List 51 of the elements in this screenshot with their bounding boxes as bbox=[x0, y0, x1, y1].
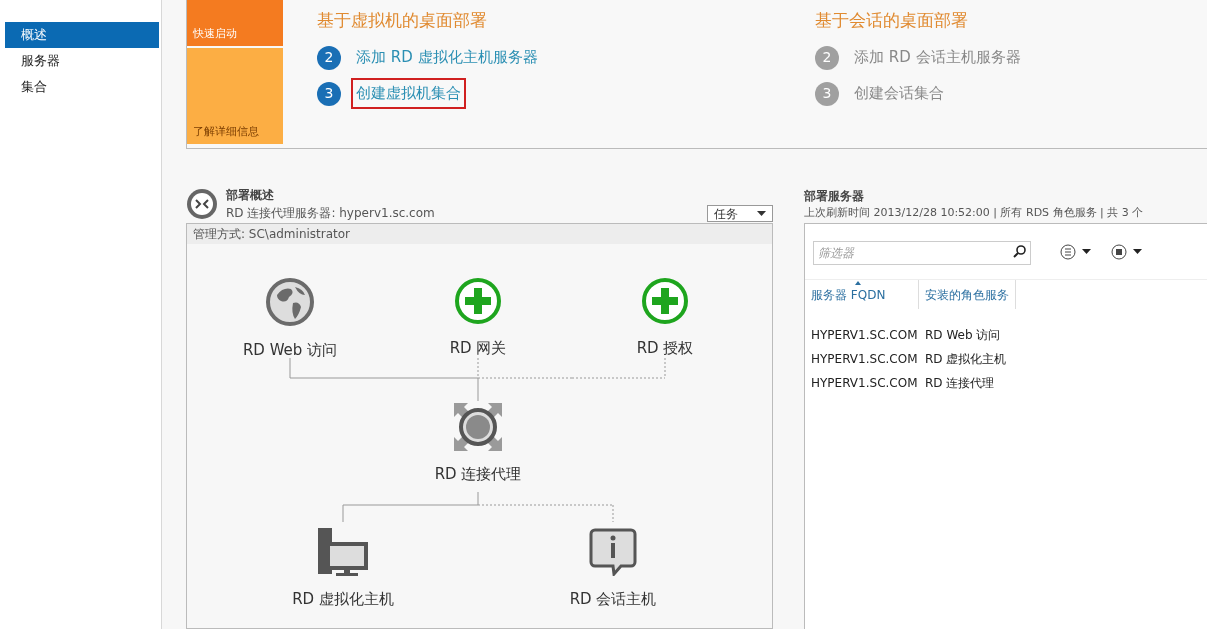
sidebar-item[interactable]: 服务器 bbox=[5, 48, 159, 74]
caret-icon bbox=[1082, 249, 1091, 254]
step-link[interactable]: 创建会话集合 bbox=[849, 78, 949, 109]
role-label: RD 授权 bbox=[636, 338, 694, 359]
list-icon bbox=[1060, 243, 1076, 260]
role-label: RD 会话主机 bbox=[569, 589, 657, 610]
computer-icon bbox=[318, 528, 368, 576]
panel-subtitle: RD 连接代理服务器: hyperv1.sc.com bbox=[226, 205, 436, 222]
tasks-dropdown[interactable]: 任务 bbox=[707, 205, 773, 222]
sidebar-item[interactable]: 集合 bbox=[5, 74, 159, 100]
plus-icon bbox=[641, 277, 689, 325]
step-link[interactable]: 创建虚拟机集合 bbox=[351, 78, 466, 109]
role-label: RD Web 访问 bbox=[242, 340, 338, 361]
step-number: 2 bbox=[815, 45, 839, 70]
caret-icon bbox=[757, 211, 766, 216]
table-cell-text: RD 虚拟化主机 bbox=[924, 351, 1007, 368]
table-cell-text: HYPERV1.SC.COM bbox=[810, 327, 919, 344]
panel-title: 部署概述 bbox=[226, 187, 275, 204]
table-cell-text: HYPERV1.SC.COM bbox=[810, 351, 919, 368]
section-title: 基于虚拟机的桌面部署 bbox=[317, 9, 488, 32]
quick-start-tile[interactable]: 了解详细信息 bbox=[187, 48, 283, 144]
step-number: 3 bbox=[815, 81, 839, 106]
role-label: RD 网关 bbox=[449, 338, 507, 359]
section-title: 基于会话的桌面部署 bbox=[815, 9, 969, 32]
column-header[interactable]: 服务器 FQDN bbox=[805, 280, 919, 309]
globe-icon bbox=[265, 277, 315, 327]
search-icon bbox=[1013, 244, 1026, 258]
info-bubble-icon bbox=[589, 528, 637, 576]
managed-by-bar: 管理方式: SC\administrator bbox=[187, 224, 772, 244]
step-link[interactable]: 添加 RD 虚拟化主机服务器 bbox=[351, 42, 543, 73]
save-icon bbox=[1111, 243, 1127, 260]
broker-icon bbox=[454, 403, 502, 451]
step-link[interactable]: 添加 RD 会话主机服务器 bbox=[849, 42, 1026, 73]
plus-icon bbox=[454, 277, 502, 325]
step-number: 3 bbox=[317, 81, 341, 106]
step-number: 2 bbox=[317, 45, 341, 70]
panel-title: 部署服务器 bbox=[804, 187, 865, 205]
table-cell-text: RD Web 访问 bbox=[924, 327, 1001, 344]
sidebar-item[interactable]: 概述 bbox=[5, 22, 159, 48]
table-cell-text: RD 连接代理 bbox=[924, 375, 995, 392]
filter-field[interactable]: 筛选器 bbox=[813, 240, 1031, 265]
save-options-button[interactable] bbox=[1111, 243, 1142, 260]
caret-icon bbox=[1133, 249, 1142, 254]
column-header[interactable]: 安装的角色服务 bbox=[919, 280, 1016, 309]
sort-arrow-icon bbox=[855, 281, 861, 285]
connection-icon bbox=[186, 188, 218, 220]
list-options-button[interactable] bbox=[1060, 243, 1091, 260]
role-label: RD 连接代理 bbox=[434, 464, 522, 485]
role-label: RD 虚拟化主机 bbox=[292, 589, 394, 610]
table-cell-text: HYPERV1.SC.COM bbox=[810, 375, 919, 392]
panel-subtitle: 上次刷新时间 2013/12/28 10:52:00 | 所有 RDS 角色服务 | 共 3 个 bbox=[804, 204, 1145, 221]
